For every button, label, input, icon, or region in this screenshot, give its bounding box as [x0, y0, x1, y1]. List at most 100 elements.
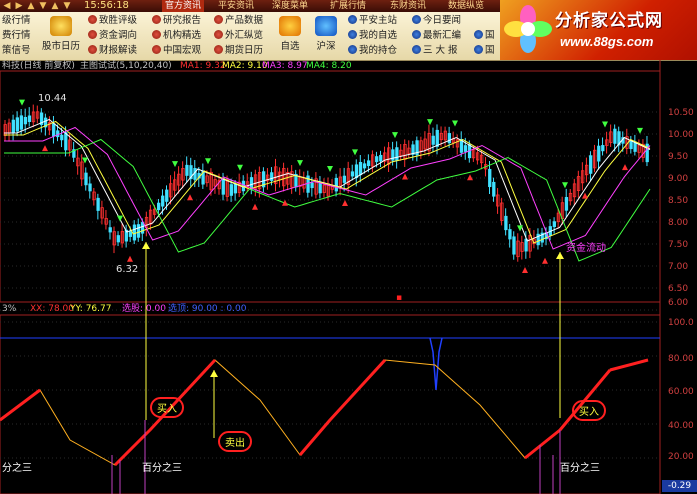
candle-body	[165, 189, 169, 202]
candle-body	[233, 183, 238, 194]
toolbar-item[interactable]: 费行情	[2, 29, 31, 43]
y-tick-label: 6.50	[668, 284, 689, 294]
candle-body	[310, 182, 314, 189]
candle-body	[27, 115, 32, 122]
y-tick-label: 8.50	[668, 196, 689, 206]
up-arrow-marker	[127, 255, 133, 262]
toolbar-item-label: 平安主站	[359, 15, 398, 26]
up-arrow-marker	[622, 164, 628, 171]
annotation-arrow-head	[210, 370, 218, 377]
price-high-label: 10.44	[38, 93, 67, 104]
toolbar-item[interactable]: 我的自选	[348, 29, 397, 43]
star-icon	[348, 30, 357, 39]
down-arrow-icon[interactable]: ▼	[38, 0, 48, 12]
button-label: 自选	[280, 41, 300, 52]
candle-body	[601, 145, 605, 152]
candle-body	[56, 130, 60, 138]
y-tick-label: 10.50	[668, 108, 694, 118]
candle-body	[463, 145, 468, 152]
toolbar-item[interactable]: 致胜评级	[88, 14, 137, 28]
sub-y-tick-label: 100.0	[668, 318, 694, 328]
star-icon	[152, 15, 161, 24]
menu-official-news[interactable]: 官方资讯	[162, 0, 205, 12]
candle-body	[354, 164, 359, 179]
toolbar-item[interactable]: 策信号	[2, 44, 31, 58]
shanghai-shenzhen-button[interactable]: 沪深	[308, 13, 344, 59]
back-arrow-icon[interactable]: ◀	[2, 0, 12, 12]
toolbar-item[interactable]: 国	[474, 44, 495, 58]
up-arrow-icon[interactable]: ▲	[26, 0, 36, 12]
annotation-arrow-head	[142, 242, 150, 249]
down-arrow-icon[interactable]: ▼	[62, 0, 72, 12]
toolbar-item[interactable]: 外汇纵览	[214, 29, 263, 43]
watchlist-button[interactable]: 自选	[272, 13, 308, 59]
up-arrow-icon[interactable]: ▲	[50, 0, 60, 12]
down-arrow-marker	[327, 166, 333, 173]
annotation-arrow-head	[556, 252, 564, 259]
sub-y-tick-label: 80.00	[668, 354, 694, 364]
candle-body	[342, 175, 347, 183]
toolbar-item[interactable]: 我的持仓	[348, 44, 397, 58]
toolbar-item[interactable]: 中国宏观	[152, 44, 201, 58]
toolbar-item-label: 致胜评级	[99, 15, 138, 26]
xx-rising-segment	[0, 388, 41, 422]
down-arrow-marker	[637, 127, 643, 134]
candle-body	[185, 164, 189, 176]
menu-depth[interactable]: 深度菜单	[272, 0, 308, 12]
down-arrow-marker	[602, 121, 608, 128]
star-icon	[88, 15, 97, 24]
stock-calendar-button[interactable]: 股市日历	[38, 13, 84, 59]
toolbar-item[interactable]: 资金调向	[88, 29, 137, 43]
toolbar-item[interactable]: 最新汇编	[412, 29, 461, 43]
menu-pingan-news[interactable]: 平安资讯	[218, 0, 254, 12]
current-value-badge: -0.29	[662, 480, 697, 492]
menu-eastmoney-news[interactable]: 东财资讯	[390, 0, 426, 12]
y-tick-label: 9.50	[668, 152, 689, 162]
down-arrow-marker	[205, 158, 211, 165]
candle-body	[229, 184, 234, 196]
down-arrow-marker	[562, 182, 568, 189]
down-arrow-marker	[237, 164, 243, 171]
pct-text-3: 百分之三	[560, 463, 600, 474]
center-marker: ▪	[396, 293, 402, 303]
forward-arrow-icon[interactable]: ▶	[14, 0, 24, 12]
down-arrow-marker	[172, 161, 178, 168]
down-arrow-marker	[19, 99, 25, 106]
toolbar-item[interactable]: 今日要闻	[412, 14, 461, 28]
down-arrow-marker	[352, 149, 358, 156]
candle-body	[552, 221, 556, 228]
candle-body	[597, 145, 601, 162]
toolbar-item-label: 资金调向	[99, 30, 138, 41]
candle-body	[431, 135, 435, 145]
toolbar-item[interactable]: 级行情	[2, 14, 31, 28]
candle-body	[379, 154, 383, 162]
candle-body	[15, 117, 20, 132]
toolbar-item[interactable]: 产品数据	[214, 14, 263, 28]
toolbar-item[interactable]: 国	[474, 29, 495, 43]
star-icon	[214, 45, 223, 54]
down-arrow-marker	[392, 132, 398, 139]
logo-url: www.88gs.com	[560, 34, 654, 49]
price-low-label: 6.32	[116, 264, 139, 275]
star-icon	[214, 15, 223, 24]
star-icon	[412, 45, 421, 54]
toolbar-item[interactable]: 机构精选	[152, 29, 201, 43]
candle-body	[136, 224, 141, 238]
sub-y-tick-label: 20.00	[668, 452, 694, 462]
toolbar-item[interactable]: 财报解读	[88, 44, 137, 58]
stock-chart[interactable]: ▪	[0, 60, 697, 494]
buy-signal-label: 买入	[150, 397, 184, 418]
toolbar-item[interactable]: 研究报告	[152, 14, 201, 28]
toolbar-item[interactable]: 三 大 报	[412, 44, 458, 58]
star-icon	[152, 45, 161, 54]
menu-extended-quotes[interactable]: 扩展行情	[330, 0, 366, 12]
candle-body	[447, 133, 452, 144]
up-arrow-marker	[467, 174, 473, 181]
toolbar-item[interactable]: 期货日历	[214, 44, 263, 58]
clock: 15:56:18	[84, 0, 129, 11]
xx-rising-segment	[524, 428, 561, 460]
candle-body	[334, 177, 338, 192]
toolbar-item[interactable]: 平安主站	[348, 14, 397, 28]
candle-body	[221, 178, 225, 195]
menu-data-overview[interactable]: 数据纵览	[448, 0, 484, 12]
